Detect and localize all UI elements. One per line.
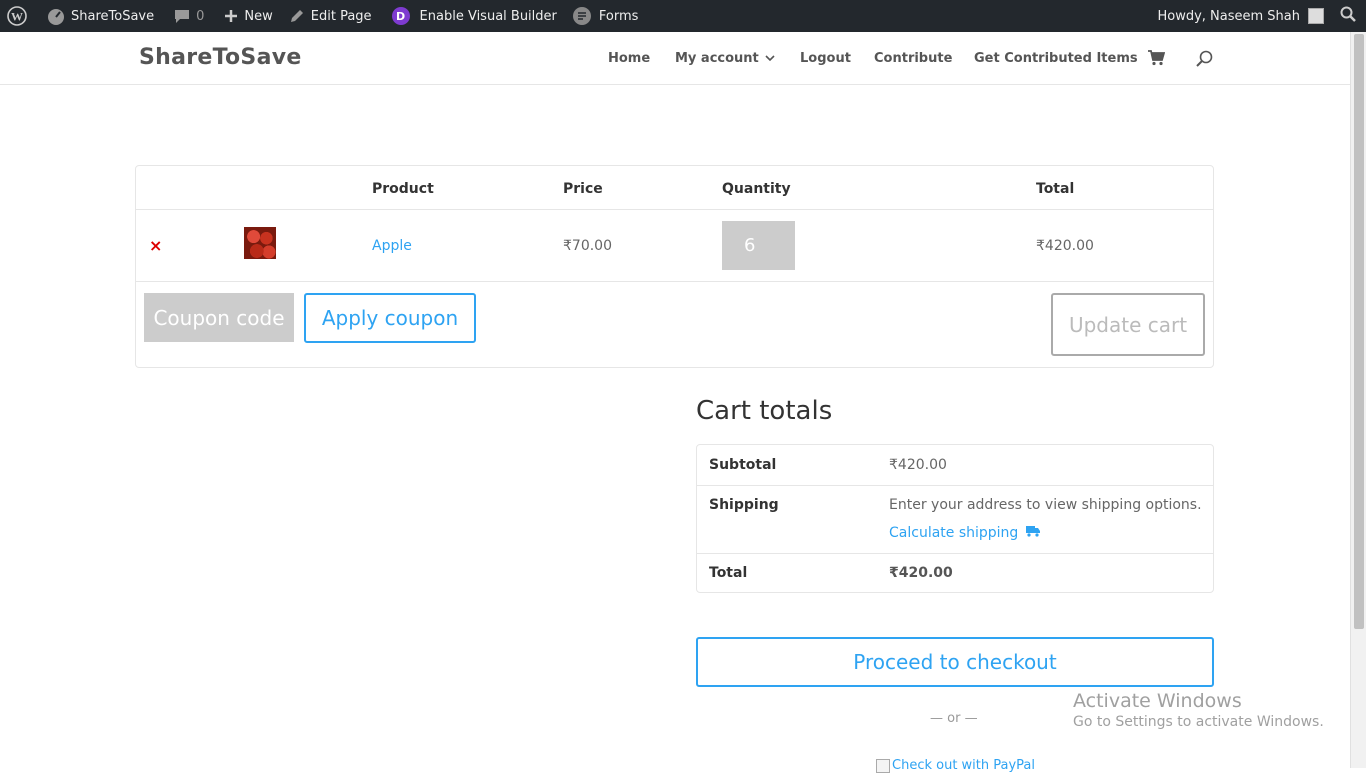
header-price: Price — [563, 181, 603, 197]
paypal-alt-text: Check out with PayPal — [892, 758, 1036, 773]
comment-icon — [174, 8, 190, 24]
windows-activation-watermark: Activate Windows Go to Settings to activ… — [1073, 690, 1324, 730]
divider — [697, 553, 1213, 554]
cart-table: Product Price Quantity Total × Apple ₹70… — [135, 165, 1214, 368]
new-label: New — [244, 8, 273, 24]
admin-bar: W ShareToSave 0 New Edit Page D Enable V… — [0, 0, 1366, 32]
forms-link[interactable]: Forms — [566, 0, 646, 32]
chevron-down-icon — [765, 54, 775, 65]
wordpress-icon: W — [7, 6, 27, 26]
pencil-icon — [289, 8, 305, 24]
svg-text:W: W — [11, 10, 23, 24]
nav-my-account-label: My account — [675, 51, 759, 66]
total-value: ₹420.00 — [889, 565, 953, 581]
visual-builder-label: Enable Visual Builder — [419, 8, 557, 24]
coupon-code-input[interactable]: Coupon code — [144, 293, 294, 342]
subtotal-value: ₹420.00 — [889, 457, 947, 473]
cart-totals-table: Subtotal ₹420.00 Shipping Enter your add… — [696, 444, 1214, 593]
admin-search-button[interactable] — [1328, 0, 1366, 32]
divider — [136, 281, 1213, 282]
forms-label: Forms — [598, 8, 639, 24]
site-name-label: ShareToSave — [71, 8, 155, 24]
product-thumbnail[interactable] — [244, 227, 276, 259]
product-subtotal: ₹420.00 — [1036, 238, 1094, 254]
plus-icon — [224, 9, 238, 23]
search-toggle-icon[interactable] — [1196, 50, 1213, 71]
my-account-admin-link[interactable]: Howdy, Naseem Shah — [1150, 0, 1328, 32]
total-label: Total — [709, 565, 748, 581]
header-total: Total — [1036, 181, 1075, 197]
divi-icon: D — [391, 7, 410, 25]
header-quantity: Quantity — [722, 181, 791, 197]
new-content-link[interactable]: New — [217, 0, 279, 32]
calculate-shipping-link[interactable]: Calculate shipping — [889, 525, 1041, 541]
comments-count: 0 — [196, 8, 205, 24]
watermark-title: Activate Windows — [1073, 690, 1242, 712]
broken-image-icon — [876, 758, 890, 773]
product-name-link[interactable]: Apple — [372, 238, 412, 254]
divider — [136, 209, 1213, 210]
site-name-link[interactable]: ShareToSave — [40, 0, 161, 32]
calculate-shipping-label: Calculate shipping — [889, 525, 1019, 541]
remove-item-button[interactable]: × — [149, 236, 162, 255]
site-header: ShareToSave Home My account Logout Contr… — [0, 32, 1350, 85]
shipping-label: Shipping — [709, 497, 779, 513]
enable-visual-builder-link[interactable]: D Enable Visual Builder — [385, 0, 564, 32]
nav-my-account[interactable]: My account — [675, 51, 775, 66]
paypal-checkout-button[interactable]: Check out with PayPal — [876, 758, 1035, 773]
nav-home[interactable]: Home — [608, 51, 650, 66]
nav-get-contributed-items[interactable]: Get Contributed Items — [974, 51, 1138, 66]
edit-page-link[interactable]: Edit Page — [282, 0, 379, 32]
proceed-to-checkout-button[interactable]: Proceed to checkout — [696, 637, 1214, 687]
avatar — [1308, 8, 1324, 24]
search-icon — [1340, 6, 1356, 26]
scrollbar-thumb[interactable] — [1354, 34, 1364, 629]
cart-icon[interactable] — [1147, 50, 1166, 70]
howdy-label: Howdy, Naseem Shah — [1157, 8, 1300, 24]
site-logo[interactable]: ShareToSave — [139, 45, 302, 70]
nav-logout[interactable]: Logout — [800, 51, 851, 66]
edit-page-label: Edit Page — [310, 8, 372, 24]
subtotal-label: Subtotal — [709, 457, 777, 473]
nav-contribute[interactable]: Contribute — [874, 51, 952, 66]
truck-icon — [1026, 525, 1041, 541]
divider — [697, 485, 1213, 486]
update-cart-button[interactable]: Update cart — [1051, 293, 1205, 356]
quantity-input[interactable]: 6 — [722, 221, 795, 270]
or-separator: — or — — [930, 711, 978, 726]
comments-link[interactable]: 0 — [167, 0, 211, 32]
forms-icon — [572, 7, 591, 25]
dashboard-icon — [47, 7, 65, 25]
wordpress-logo-button[interactable]: W — [0, 0, 40, 32]
header-product: Product — [372, 181, 434, 197]
product-price: ₹70.00 — [563, 238, 612, 254]
page-scrollbar[interactable] — [1350, 32, 1366, 768]
apply-coupon-button[interactable]: Apply coupon — [304, 293, 476, 343]
shipping-text: Enter your address to view shipping opti… — [889, 497, 1202, 513]
cart-totals-title: Cart totals — [696, 396, 833, 426]
watermark-subtitle: Go to Settings to activate Windows. — [1073, 714, 1324, 730]
